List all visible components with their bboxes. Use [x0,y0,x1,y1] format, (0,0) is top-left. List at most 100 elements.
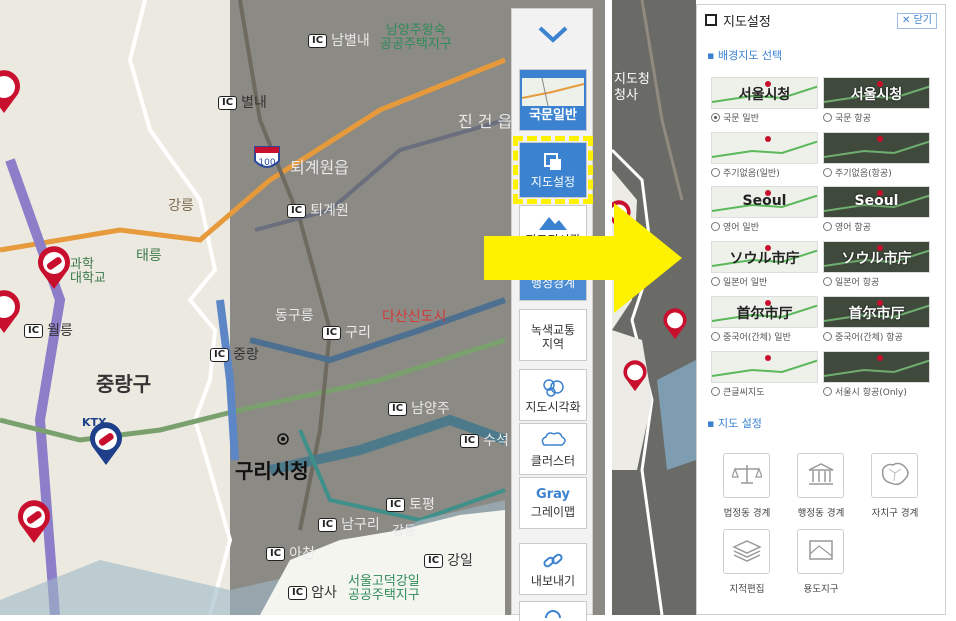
link-icon [543,553,563,567]
tool-map-settings[interactable]: 지도설정 [513,136,593,204]
bg-option-radio-10[interactable]: 큰글씨지도 [711,385,764,398]
ic-wolleung: IC 월릉 [24,320,73,340]
radio-button[interactable] [823,222,832,231]
bg-thumb-1[interactable]: 서울시청 [823,77,930,109]
bg-thumb-9[interactable]: 首尔市厅 [823,296,930,328]
bg-option-radio-9[interactable]: 중국어(간체) 항공 [823,330,903,343]
radio-button[interactable] [711,168,720,177]
ic-nambyeongnae: IC 남별내 [308,30,370,50]
map-label-university: 과학 대학교 [70,257,106,286]
map-pin-red-icon[interactable] [16,500,52,544]
radio-button[interactable] [711,113,720,122]
map-thumbnail-icon [522,77,584,106]
tool-cluster[interactable]: 클러스터 [519,423,587,475]
ic-toegyewon: IC 퇴계원 [287,200,349,220]
bg-thumb-11[interactable] [823,351,930,383]
setting-button-1[interactable] [797,453,844,498]
radio-button[interactable] [711,387,720,396]
bg-thumb-5[interactable]: Seoul [823,186,930,218]
bg-thumb-image [712,355,817,377]
chevron-down-icon[interactable] [536,23,570,45]
ic-susik: IC 수석 [460,430,509,450]
tool-basic-map[interactable]: 국문일반 [519,69,587,131]
map-label-jungnang: 중랑구 [96,372,152,396]
bg-map-section-title: ▪ 배경지도 선택 [707,49,783,62]
bg-thumb-6[interactable]: ソウル市庁 [711,241,818,273]
map-pin-blue-icon[interactable] [88,422,124,466]
tool-partial[interactable] [519,601,587,621]
layers-window-icon [705,14,717,26]
bg-thumb-3[interactable] [823,132,930,164]
radio-button[interactable] [711,332,720,341]
bg-thumb-text: 서울시청 [738,87,791,103]
map-label-gangdong: 강동 [392,524,416,539]
bg-thumb-7[interactable]: ソウル市庁 [823,241,930,273]
bg-option-label: 서울시 항공(Only) [835,388,907,398]
tool-gray-map[interactable]: Gray 그레이맵 [519,477,587,529]
close-icon: ✕ [902,15,914,26]
radio-button[interactable] [823,113,832,122]
radio-button[interactable] [711,222,720,231]
bg-option-radio-11[interactable]: 서울시 항공(Only) [823,385,907,398]
layers-window-icon [544,152,561,170]
map-label-namyangju-district: 남양주왕숙 공공주택지구 [380,23,452,52]
bg-thumb-10[interactable] [711,351,818,383]
bg-option-label: 영어 항공 [835,223,871,233]
bg-option-label: 중국어(간체) 일반 [723,333,791,343]
ic-namyangju: IC 남양주 [388,398,450,418]
bg-thumb-8[interactable]: 首尔市厅 [711,296,818,328]
map-pin-red-icon[interactable] [36,246,72,290]
tool-export[interactable]: 내보내기 [519,543,587,595]
map-pin-red-icon[interactable] [622,360,648,392]
route-shield-icon: 100 [254,146,280,168]
radio-button[interactable] [823,332,832,341]
setting-button-3[interactable] [723,529,770,574]
map-label-dasan: 다산신도시 [382,309,447,325]
setting-button-0[interactable] [723,453,770,498]
bg-thumb-text: ソウル市庁 [729,251,800,267]
scale-icon [730,463,763,489]
panel-title: 지도설정 [723,14,771,30]
bg-thumb-4[interactable]: Seoul [711,186,818,218]
tool-green-traffic[interactable]: 녹색교통 지역 [519,309,587,361]
ic-namguri: IC 남구리 [318,514,380,534]
ic-acheon: IC 아천 [266,543,315,563]
map-label-guri-city-hall: 구리시청 [235,459,309,483]
bg-option-radio-8[interactable]: 중국어(간체) 일반 [711,330,791,343]
tool-visualization[interactable]: 지도시각화 [519,369,587,421]
ic-jungnang: IC 중랑 [210,344,259,364]
setting-label: 지적편집 [729,584,765,595]
radio-button[interactable] [823,168,832,177]
bg-option-radio-1[interactable]: 국문 항공 [823,111,871,124]
bg-thumb-2[interactable] [711,132,818,164]
bg-option-radio-3[interactable]: 주기없음(항공) [823,166,892,179]
bg-option-radio-4[interactable]: 영어 일반 [711,220,759,233]
bg-option-radio-0[interactable]: 국문 일반 [711,111,759,124]
ic-gangil: IC 강일 [424,550,473,570]
setting-label: 용도지구 [803,584,839,595]
bg-option-radio-2[interactable]: 주기없음(일반) [711,166,780,179]
bg-option-radio-5[interactable]: 영어 항공 [823,220,871,233]
bg-thumb-0[interactable]: 서울시청 [711,77,818,109]
radio-button[interactable] [823,277,832,286]
map-settings-panel: 지도설정 ✕ 닫기 ▪ 배경지도 선택 서울시청국문 일반 서울시청국문 항공주기… [696,4,946,615]
bg-option-radio-6[interactable]: 일본어 일반 [711,275,767,288]
ic-guri: IC 구리 [322,322,371,342]
map-label-toegyewon: 퇴계원읍 [290,158,349,177]
setting-button-2[interactable] [871,453,918,498]
map-pin-red-icon[interactable] [0,70,22,114]
bg-thumb-image [824,136,929,158]
setting-button-4[interactable] [797,529,844,574]
setting-label: 자치구 경계 [871,508,919,519]
bg-option-label: 일본어 일반 [723,278,768,288]
radio-button[interactable] [823,387,832,396]
search-icon [545,609,561,618]
map-pin-red-icon[interactable] [0,290,22,334]
layers-icon [731,538,762,566]
radio-button[interactable] [711,277,720,286]
bg-thumb-text: 首尔市厅 [848,306,905,322]
map-label-seoul-godeok: 서울고덕강일 공공주택지구 [348,574,420,603]
bg-option-label: 영어 일반 [723,223,759,233]
close-button[interactable]: ✕ 닫기 [897,13,937,29]
bg-option-radio-7[interactable]: 일본어 항공 [823,275,879,288]
